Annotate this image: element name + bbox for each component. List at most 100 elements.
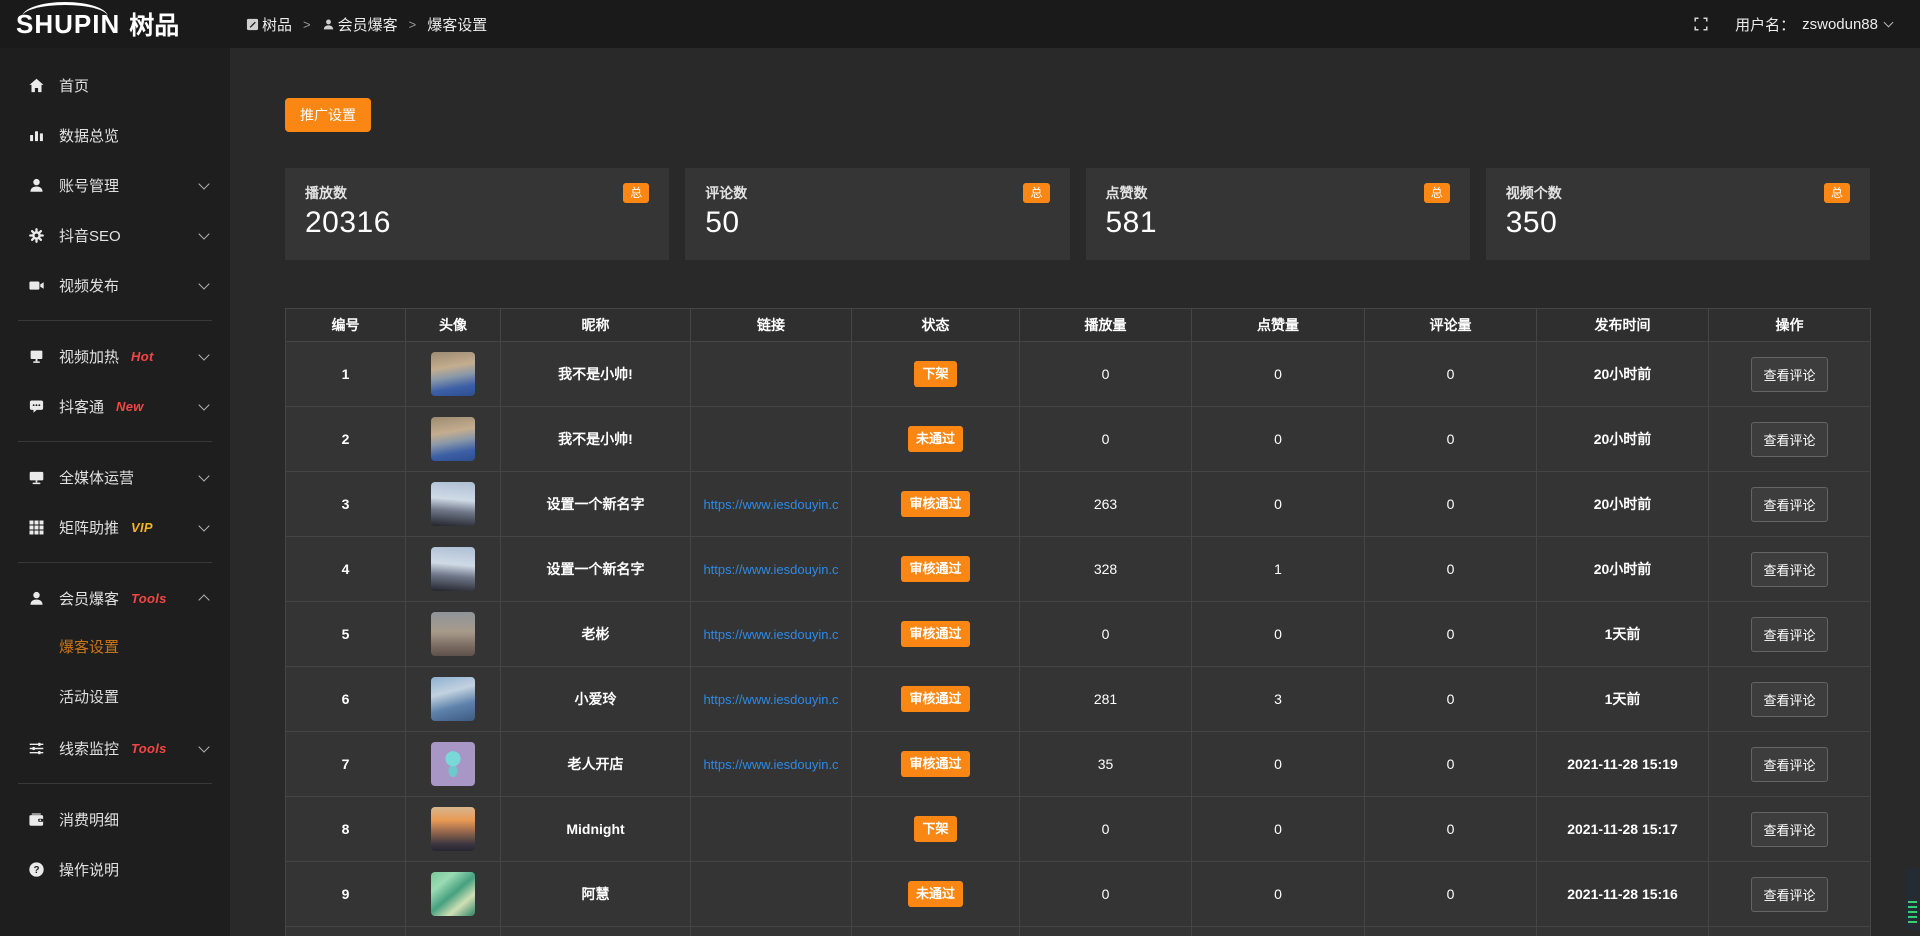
sidebar-subitem-baoke-settings[interactable]: 爆客设置 xyxy=(0,623,230,673)
floating-widget[interactable] xyxy=(1905,868,1920,930)
view-comments-button[interactable]: 查看评论 xyxy=(1751,357,1827,392)
video-icon xyxy=(26,277,46,294)
cell-nickname: Midnight xyxy=(501,797,691,862)
cell-comments: 0 xyxy=(1365,472,1537,537)
breadcrumb: 树品>会员爆客>爆客设置 xyxy=(246,14,487,35)
sidebar-item-label: 会员爆客 xyxy=(59,588,119,609)
cell-avatar xyxy=(406,797,501,862)
profile-link[interactable]: https://www.iesdouyin.c xyxy=(703,562,838,577)
cell-comments: 0 xyxy=(1365,342,1537,407)
profile-link[interactable]: https://www.iesdouyin.c xyxy=(703,497,838,512)
view-comments-button[interactable]: 查看评论 xyxy=(1751,422,1827,457)
cell-comments: 0 xyxy=(1365,862,1537,927)
cell-likes: 0 xyxy=(1192,732,1365,797)
stat-card-total-badge: 总 xyxy=(1424,183,1450,203)
cell-action: 查看评论 xyxy=(1709,537,1871,602)
logo-text-cn: 树品 xyxy=(129,6,179,42)
sidebar-item-data-overview[interactable]: 数据总览 xyxy=(0,110,230,160)
cell-comments: 0 xyxy=(1365,602,1537,667)
status-badge: 审核通过 xyxy=(901,491,969,517)
records-table: 编号头像昵称链接状态播放量点赞量评论量发布时间操作1我不是小帅!下架00020小… xyxy=(285,308,1871,936)
cell-link xyxy=(691,342,852,407)
stat-card: 评论数总50 xyxy=(685,168,1069,260)
chevron-down-icon xyxy=(198,470,209,481)
cell-nickname: 我不是小帅! xyxy=(501,342,691,407)
cell-likes: 0 xyxy=(1192,602,1365,667)
sidebar-item-douketong[interactable]: 抖客通New xyxy=(0,381,230,431)
cell-action: 查看评论 xyxy=(1709,797,1871,862)
person-icon xyxy=(322,18,335,31)
view-comments-button[interactable]: 查看评论 xyxy=(1751,747,1827,782)
cell-comments: 0 xyxy=(1365,667,1537,732)
sidebar-item-member-baoke[interactable]: 会员爆客 Tools xyxy=(0,573,230,623)
sidebar-item-home[interactable]: 首页 xyxy=(0,60,230,110)
gear-icon xyxy=(26,227,46,244)
cell-avatar xyxy=(406,407,501,472)
cell-plays xyxy=(1020,927,1192,936)
view-comments-button[interactable]: 查看评论 xyxy=(1751,682,1827,717)
cell-status: 下架 xyxy=(852,342,1020,407)
cell-likes: 3 xyxy=(1192,667,1365,732)
sidebar-subitem-activity-settings[interactable]: 活动设置 xyxy=(0,673,230,723)
cell-action: 查看评论 xyxy=(1709,667,1871,732)
cell-action xyxy=(1709,927,1871,936)
stat-card-value: 350 xyxy=(1506,206,1850,240)
breadcrumb-item-shupin[interactable]: 树品 xyxy=(246,14,292,35)
avatar xyxy=(431,612,475,656)
cell-avatar xyxy=(406,667,501,732)
fullscreen-icon[interactable] xyxy=(1693,16,1709,32)
cell-publish-time: 1天前 xyxy=(1537,667,1709,732)
sidebar-item-consumption-details[interactable]: 消费明细 xyxy=(0,794,230,844)
sidebar-item-label: 抖客通 xyxy=(59,396,104,417)
sidebar: 首页数据总览账号管理抖音SEO视频发布视频加热Hot抖客通New 全媒体运营矩阵助… xyxy=(0,48,230,936)
stat-card: 点赞数总581 xyxy=(1086,168,1470,260)
view-comments-button[interactable]: 查看评论 xyxy=(1751,812,1827,847)
cell-likes: 0 xyxy=(1192,407,1365,472)
table-row: 7老人开店https://www.iesdouyin.c审核通过35002021… xyxy=(286,732,1871,797)
grid-icon xyxy=(26,519,46,536)
stat-card-label: 评论数 xyxy=(705,183,747,203)
cell-plays: 281 xyxy=(1020,667,1192,732)
stat-card-total-badge: 总 xyxy=(623,183,649,203)
cell-action: 查看评论 xyxy=(1709,472,1871,537)
profile-link[interactable]: https://www.iesdouyin.c xyxy=(703,757,838,772)
cell-comments: 0 xyxy=(1365,407,1537,472)
sidebar-badge: Tools xyxy=(131,591,167,606)
sidebar-item-clue-monitoring[interactable]: 线索监控Tools xyxy=(0,723,230,773)
sidebar-item-operation-guide[interactable]: ?操作说明 xyxy=(0,844,230,894)
cell-plays: 263 xyxy=(1020,472,1192,537)
cell-publish-time: 2021-11-28 15:16 xyxy=(1537,862,1709,927)
cell-action: 查看评论 xyxy=(1709,732,1871,797)
stat-card-total-badge: 总 xyxy=(1023,183,1049,203)
chevron-down-icon xyxy=(198,399,209,410)
breadcrumb-label: 会员爆客 xyxy=(338,14,398,35)
view-comments-button[interactable]: 查看评论 xyxy=(1751,552,1827,587)
avatar xyxy=(431,872,475,916)
view-comments-button[interactable]: 查看评论 xyxy=(1751,617,1827,652)
sidebar-item-all-media-operation[interactable]: 全媒体运营 xyxy=(0,452,230,502)
cell-link xyxy=(691,407,852,472)
cell-plays: 0 xyxy=(1020,797,1192,862)
promo-settings-button[interactable]: 推广设置 xyxy=(285,98,371,132)
chat-icon xyxy=(26,398,46,415)
profile-link[interactable]: https://www.iesdouyin.c xyxy=(703,627,838,642)
cell-link: https://www.iesdouyin.c xyxy=(691,472,852,537)
sidebar-item-matrix-boost[interactable]: 矩阵助推VIP xyxy=(0,502,230,552)
view-comments-button[interactable]: 查看评论 xyxy=(1751,487,1827,522)
sidebar-item-label: 消费明细 xyxy=(59,809,119,830)
sidebar-item-douyin-seo[interactable]: 抖音SEO xyxy=(0,210,230,260)
chevron-down-icon xyxy=(198,520,209,531)
cell-plays: 0 xyxy=(1020,862,1192,927)
user-menu[interactable]: 用户名：zswodun88 xyxy=(1735,14,1892,35)
profile-link[interactable]: https://www.iesdouyin.c xyxy=(703,692,838,707)
sidebar-item-video-heating[interactable]: 视频加热Hot xyxy=(0,331,230,381)
cell-status: 未通过 xyxy=(852,862,1020,927)
sidebar-item-account-management[interactable]: 账号管理 xyxy=(0,160,230,210)
view-comments-button[interactable]: 查看评论 xyxy=(1751,877,1827,912)
sidebar-item-video-publish[interactable]: 视频发布 xyxy=(0,260,230,310)
table-row: 8Midnight下架0002021-11-28 15:17查看评论 xyxy=(286,797,1871,862)
stat-card-value: 20316 xyxy=(305,206,649,240)
chevron-down-icon xyxy=(198,228,209,239)
breadcrumb-item-member-baoke[interactable]: 会员爆客 xyxy=(322,14,398,35)
sliders-icon xyxy=(26,740,46,757)
